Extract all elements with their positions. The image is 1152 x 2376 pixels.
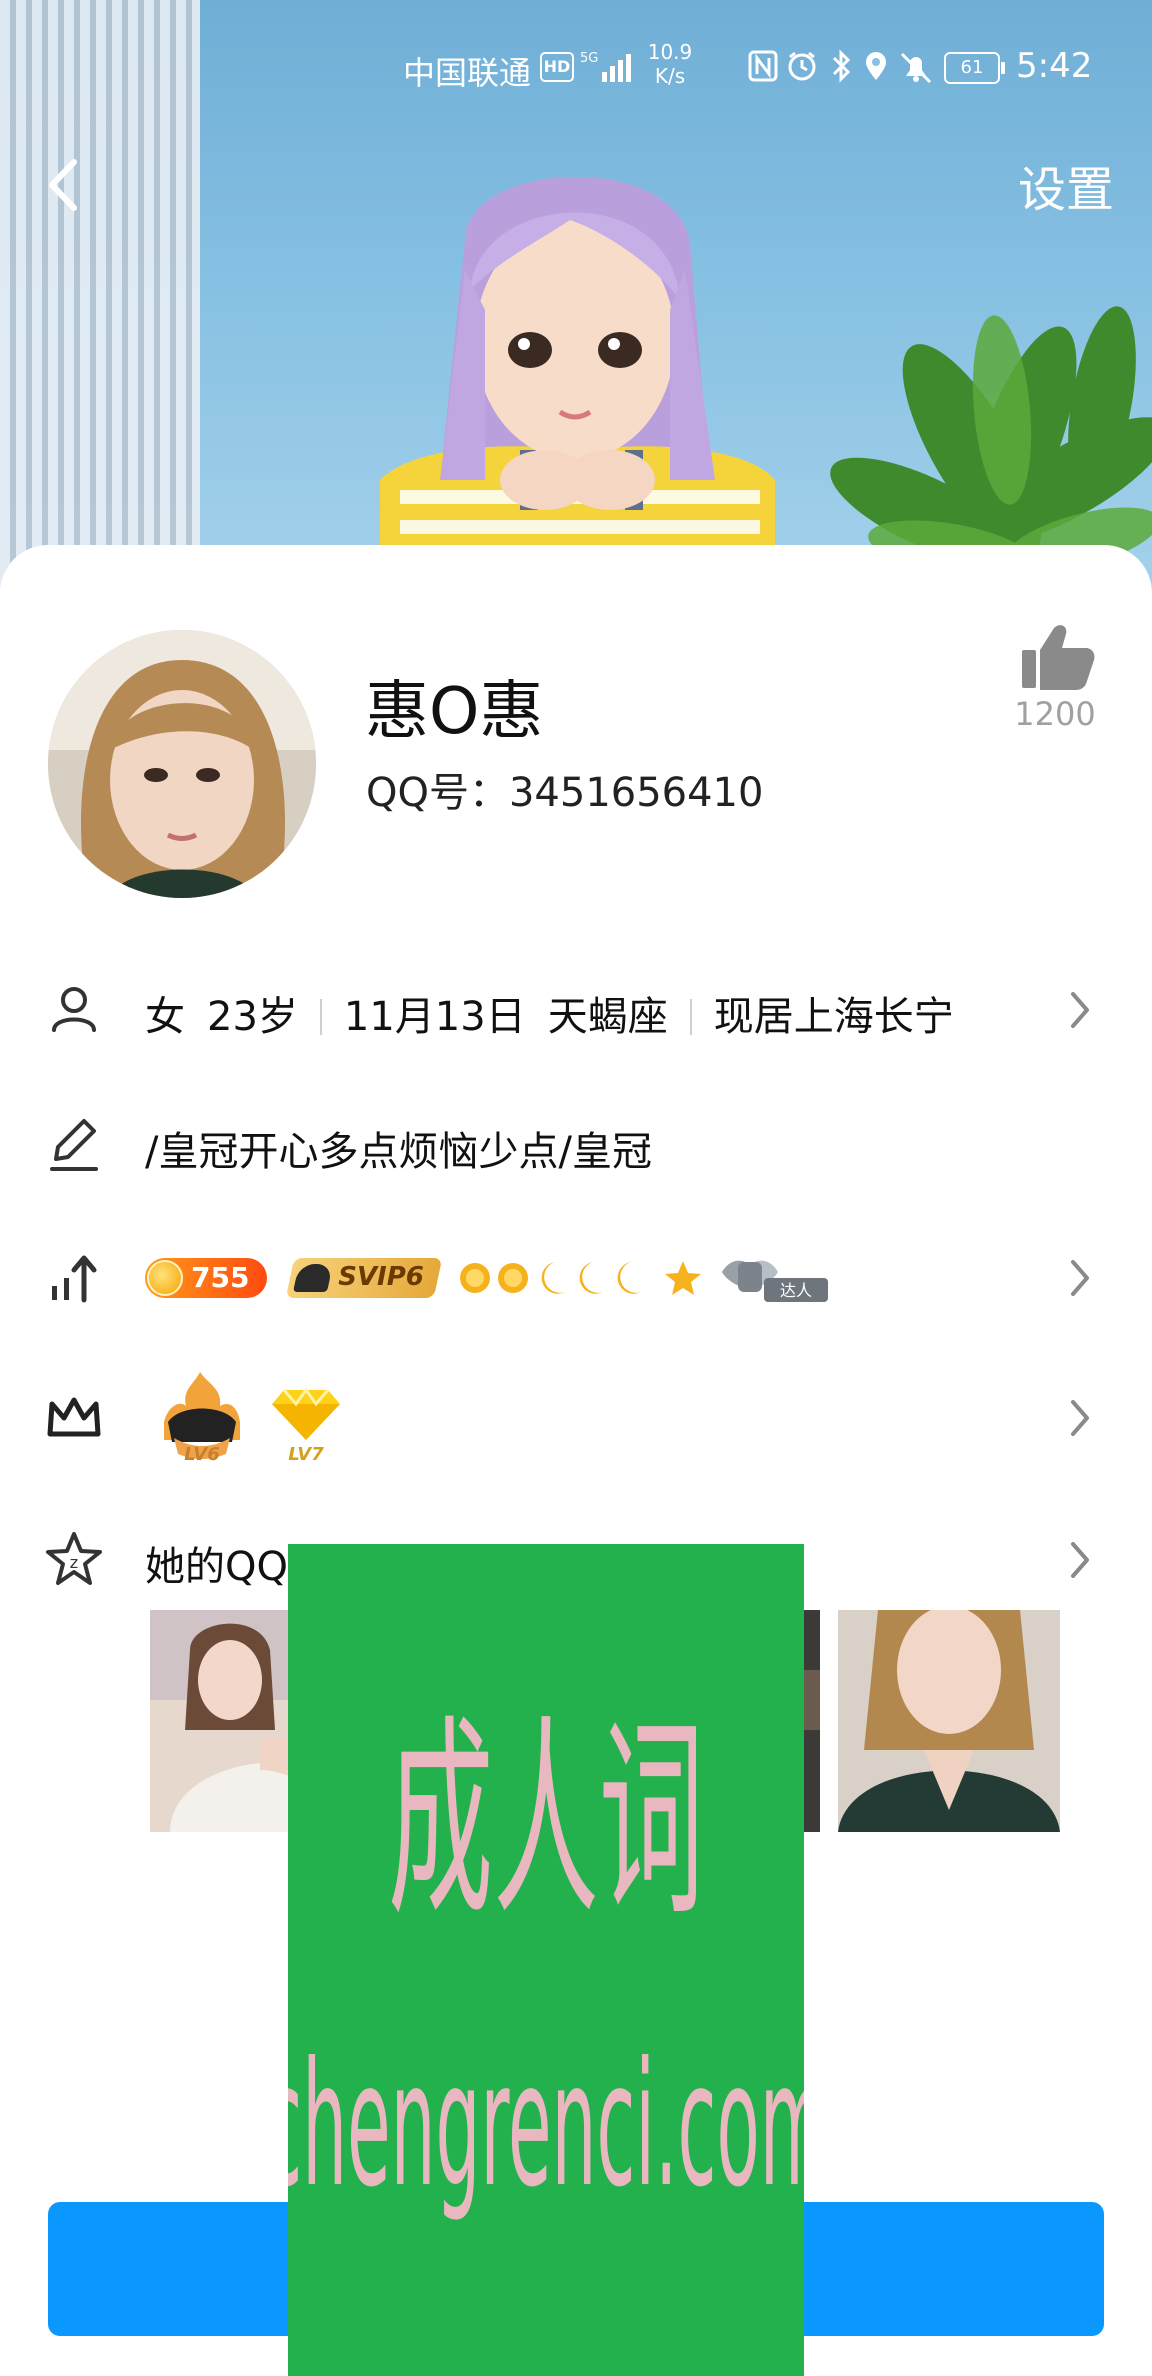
diamond-vip-badge: LV7 bbox=[272, 1387, 340, 1465]
nfc-icon bbox=[748, 50, 778, 82]
carrier-name: 中国联通 bbox=[403, 54, 532, 92]
alarm-icon bbox=[788, 51, 816, 81]
settings-button[interactable]: 设置 bbox=[1018, 150, 1114, 220]
watermark-overlay: 成人词 chengrenci.com bbox=[288, 1544, 804, 2376]
sun-icon bbox=[460, 1263, 490, 1293]
status-icons bbox=[748, 49, 932, 84]
watermark-graphic: 成人词 chengrenci.com bbox=[288, 1696, 804, 2225]
daren-label: 达人 bbox=[780, 1281, 812, 1300]
coin-icon bbox=[147, 1260, 183, 1296]
coin-badge[interactable]: 755 bbox=[145, 1258, 267, 1298]
vip-level-badges[interactable]: LV6 LV7 bbox=[160, 1370, 360, 1470]
signature-row[interactable]: /皇冠开心多点烦恼少点/皇冠 bbox=[0, 1085, 1152, 1205]
qq-level-icons[interactable] bbox=[455, 1256, 705, 1300]
sun-icon bbox=[498, 1263, 528, 1293]
basic-info-text: 女 23岁 11月13日 天蝎座 现居上海长宁 bbox=[145, 984, 954, 1042]
status-bar: 中国联通 HD 5G 10.9 K/s 61 5:42 bbox=[0, 0, 1152, 130]
qq-number: QQ号：3451656410 bbox=[366, 770, 764, 816]
chevron-left-icon bbox=[49, 159, 77, 211]
age: 23岁 bbox=[207, 994, 298, 1040]
qzone-photo-4[interactable] bbox=[838, 1610, 1060, 1832]
location-icon bbox=[866, 52, 886, 80]
badge2-label: LV7 bbox=[288, 1444, 324, 1465]
battery-icon: 61 bbox=[944, 52, 1005, 84]
location: 现居上海长宁 bbox=[713, 994, 954, 1040]
basic-info-row[interactable]: 女 23岁 11月13日 天蝎座 现居上海长宁 bbox=[0, 950, 1152, 1070]
moon-icon bbox=[541, 1262, 565, 1294]
mute-icon bbox=[900, 52, 932, 84]
coin-count: 755 bbox=[191, 1261, 250, 1294]
avatar-photo bbox=[48, 630, 316, 898]
pencil-icon bbox=[50, 1119, 98, 1171]
star-icon bbox=[665, 1261, 701, 1295]
level-up-icon bbox=[52, 1255, 97, 1303]
chevron-right-icon bbox=[1071, 992, 1089, 1028]
birthday: 11月13日 bbox=[343, 994, 526, 1040]
svip-helmet-icon bbox=[293, 1264, 333, 1292]
divider bbox=[319, 999, 322, 1035]
qzone-star-icon: z bbox=[46, 1532, 102, 1585]
network-speed: 10.9 K/s bbox=[647, 40, 693, 88]
signature-text: /皇冠开心多点烦恼少点/皇冠 bbox=[145, 1129, 652, 1175]
daren-badge[interactable]: 达人 bbox=[720, 1252, 830, 1304]
chevron-right-icon bbox=[1071, 1260, 1089, 1296]
signal-icon: 5G bbox=[580, 51, 631, 82]
nickname: 惠O惠 bbox=[365, 675, 544, 749]
avatar[interactable] bbox=[48, 630, 316, 898]
zodiac: 天蝎座 bbox=[547, 994, 668, 1040]
watermark-line2: chengrenci.com bbox=[288, 2025, 804, 2225]
winged-badge-icon: 达人 bbox=[722, 1260, 828, 1302]
svip-label: SVIP6 bbox=[338, 1262, 424, 1292]
crown-icon bbox=[47, 1397, 101, 1437]
badge1-label: LV6 bbox=[184, 1444, 219, 1465]
watermark-line1: 成人词 bbox=[388, 1696, 704, 1944]
svg-text:5G: 5G bbox=[580, 51, 598, 66]
svip-badge[interactable]: SVIP6 bbox=[285, 1258, 443, 1298]
flame-vip-badge: LV6 bbox=[164, 1372, 240, 1465]
divider bbox=[689, 999, 692, 1035]
moon-icon bbox=[617, 1262, 641, 1294]
hd-icon: HD bbox=[540, 52, 574, 82]
back-button[interactable] bbox=[40, 150, 90, 220]
thumbs-up-icon bbox=[1022, 625, 1095, 690]
svg-text:z: z bbox=[70, 1553, 78, 1572]
status-time: 5:42 bbox=[1016, 46, 1093, 86]
chevron-right-icon bbox=[1071, 1542, 1089, 1578]
gender: 女 bbox=[145, 994, 185, 1040]
moon-icon bbox=[579, 1262, 603, 1294]
bluetooth-icon bbox=[832, 49, 851, 83]
like-count: 1200 bbox=[1014, 695, 1096, 733]
chevron-right-icon bbox=[1071, 1400, 1089, 1436]
person-icon bbox=[52, 987, 96, 1032]
profile-screen: 中国联通 HD 5G 10.9 K/s 61 5:42 设置 惠O惠 QQ号：3… bbox=[0, 0, 1152, 2376]
